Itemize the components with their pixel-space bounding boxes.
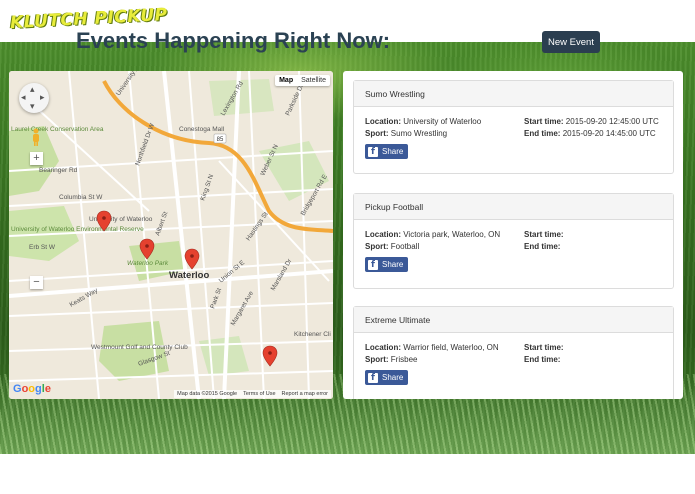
google-logo: Google: [13, 383, 51, 395]
end-time-label: End time:: [524, 242, 561, 251]
facebook-share-button[interactable]: f Share: [365, 144, 409, 159]
event-sport: Football: [390, 242, 420, 251]
end-time-label: End time:: [524, 129, 561, 138]
map-label-kitchener: Kitchener Cli: [294, 331, 331, 338]
terms-of-use-link[interactable]: Terms of Use: [243, 391, 275, 397]
start-time-label: Start time:: [524, 230, 564, 239]
location-label: Location:: [365, 230, 401, 239]
facebook-icon: f: [368, 372, 378, 383]
map-label-bearinger: Bearinger Rd: [39, 167, 78, 174]
end-time-label: End time:: [524, 355, 561, 364]
share-label: Share: [382, 146, 404, 156]
sport-label: Sport:: [365, 355, 389, 364]
facebook-share-button[interactable]: f Share: [365, 370, 409, 385]
map-label-conestoga: Conestoga Mall: [179, 126, 225, 133]
location-label: Location:: [365, 343, 401, 352]
map[interactable]: 85 Conestoga Mall Waterloo Waterloo Park…: [9, 71, 333, 399]
facebook-icon: f: [368, 259, 378, 270]
start-time-label: Start time:: [524, 117, 564, 126]
map-label-env-reserve: University of Waterloo Environmental Res…: [11, 226, 144, 233]
map-type-map[interactable]: Map: [275, 75, 297, 86]
map-canvas[interactable]: 85 Conestoga Mall Waterloo Waterloo Park…: [9, 71, 333, 399]
map-data-attribution: Map data ©2015 Google: [177, 391, 238, 397]
event-card: Pickup Football Location: Victoria park,…: [353, 193, 674, 289]
zoom-out-button[interactable]: −: [30, 276, 43, 289]
map-label-erb: Erb St W: [29, 244, 56, 251]
map-type-control: Map Satellite: [275, 75, 330, 86]
pan-control[interactable]: ▴ ▾ ◂ ▸: [19, 83, 49, 113]
event-title: Pickup Football: [354, 194, 673, 220]
event-title: Sumo Wrestling: [354, 81, 673, 107]
location-label: Location:: [365, 117, 401, 126]
event-location: University of Waterloo: [403, 117, 482, 126]
events-panel: Sumo Wrestling Location: University of W…: [343, 71, 683, 399]
street-view-pegman-icon[interactable]: [31, 128, 41, 146]
sport-label: Sport:: [365, 129, 389, 138]
page-title: Events Happening Right Now:: [76, 28, 391, 53]
route-shield-label: 85: [217, 137, 224, 143]
event-location: Warrior field, Waterloo, ON: [403, 343, 499, 352]
map-label-columbia: Columbia St W: [59, 194, 103, 201]
facebook-icon: f: [368, 146, 378, 157]
event-sport: Frisbee: [390, 355, 418, 364]
map-footer: Map data ©2015 Google Terms of Use Repor…: [174, 390, 331, 398]
zoom-in-button[interactable]: +: [30, 152, 43, 165]
event-card: Sumo Wrestling Location: University of W…: [353, 80, 674, 174]
event-card: Extreme Ultimate Location: Warrior field…: [353, 306, 674, 399]
event-sport: Sumo Wrestling: [390, 129, 448, 138]
facebook-share-button[interactable]: f Share: [365, 257, 409, 272]
pan-left-icon[interactable]: ◂: [21, 93, 26, 102]
pan-up-icon[interactable]: ▴: [30, 85, 35, 94]
map-label-waterloo-park: Waterloo Park: [127, 260, 169, 267]
map-type-satellite[interactable]: Satellite: [297, 75, 330, 86]
share-label: Share: [382, 259, 404, 269]
map-label-laurel-creek: Laurel Creek Conservation Area: [11, 126, 104, 133]
map-label-westmount: Westmount Golf and County Club: [91, 344, 188, 351]
event-end-time: 2015-09-20 14:45:00 UTC: [562, 129, 656, 138]
pan-right-icon[interactable]: ▸: [40, 93, 45, 102]
share-label: Share: [382, 372, 404, 382]
new-event-button[interactable]: New Event: [542, 31, 600, 53]
map-label-waterloo: Waterloo: [169, 270, 209, 281]
report-map-error-link[interactable]: Report a map error: [282, 391, 328, 397]
pan-down-icon[interactable]: ▾: [30, 102, 35, 111]
start-time-label: Start time:: [524, 343, 564, 352]
event-start-time: 2015-09-20 12:45:00 UTC: [565, 117, 659, 126]
event-location: Victoria park, Waterloo, ON: [403, 230, 501, 239]
event-title: Extreme Ultimate: [354, 307, 673, 333]
bottom-whitespace: [0, 454, 695, 494]
sport-label: Sport:: [365, 242, 389, 251]
